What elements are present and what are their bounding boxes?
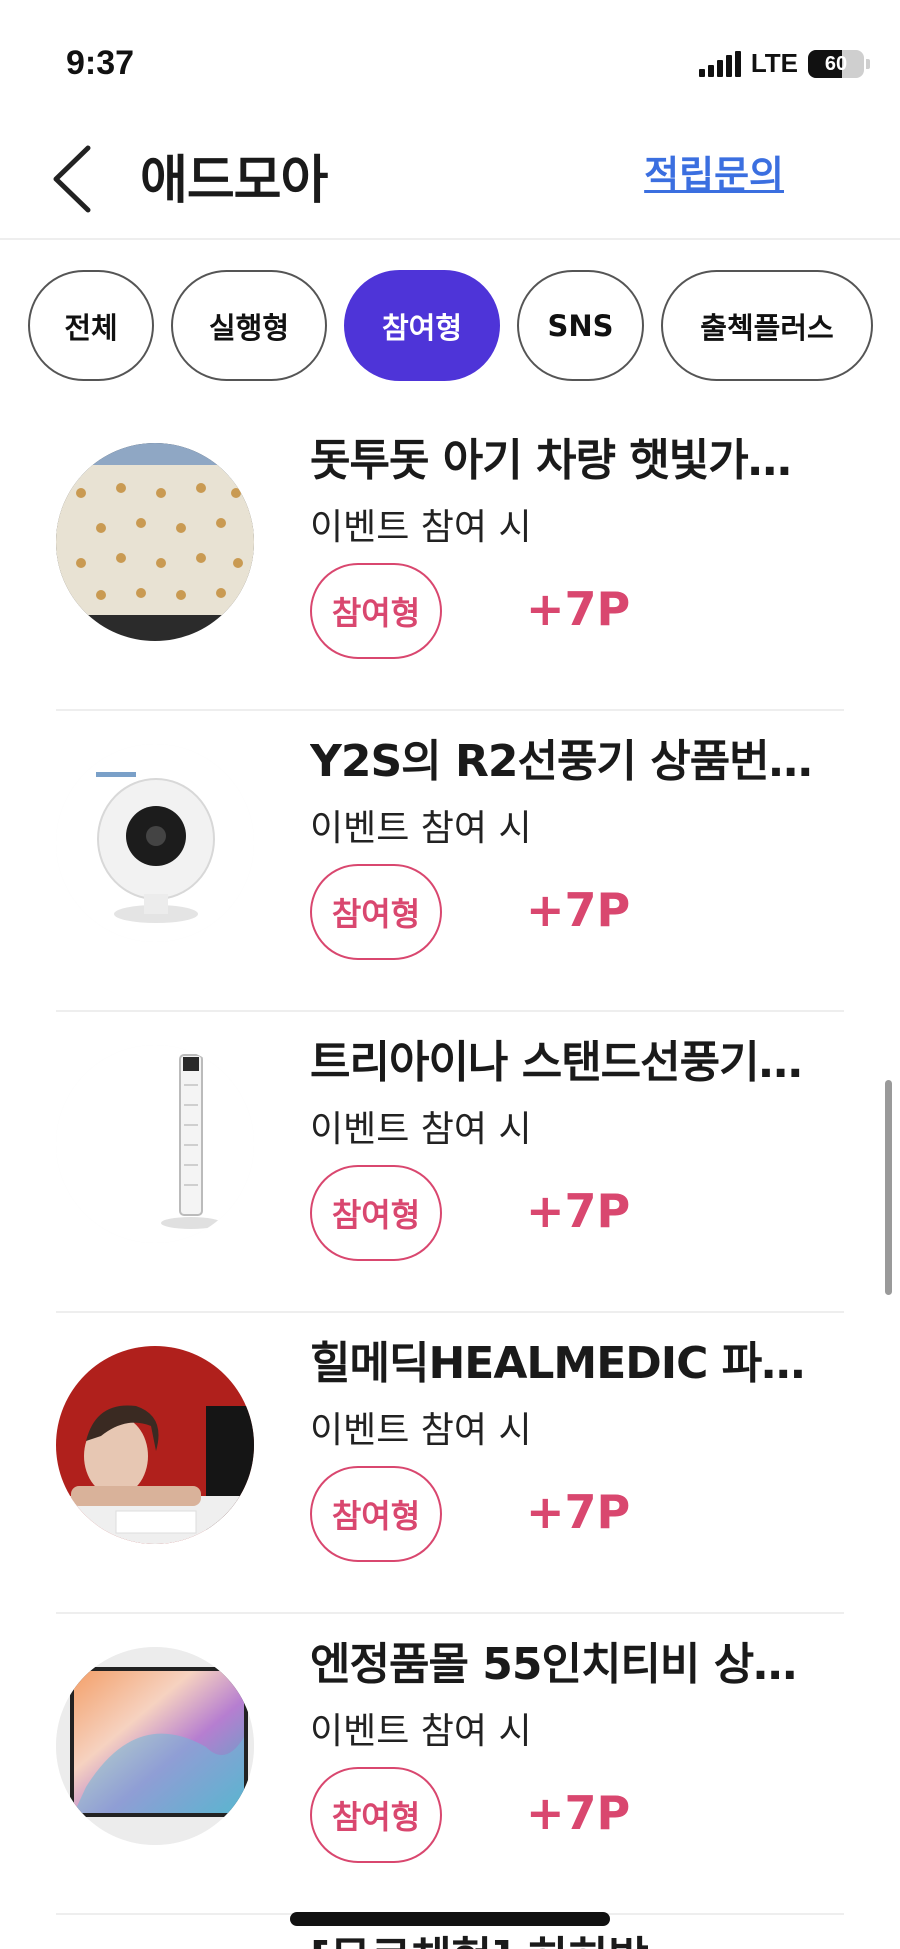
- partial-item-title[interactable]: [무료체험] 히히밤: [310, 1922, 649, 1949]
- points-value: +7P: [526, 582, 631, 636]
- category-tabs: 전체 실행형 참여형 SNS 출첵플러스: [28, 270, 873, 381]
- item-title: 엔정품몰 55인치티비 상…: [310, 1639, 797, 1690]
- points-value: +7P: [526, 1786, 631, 1840]
- battery-tip: [866, 58, 870, 69]
- car-sunshade-image: [56, 443, 254, 641]
- tab-sns[interactable]: SNS: [517, 270, 644, 381]
- tab-check-plus[interactable]: 출첵플러스: [661, 270, 873, 381]
- type-badge: 참여형: [310, 563, 442, 659]
- tab-participation[interactable]: 참여형: [344, 270, 500, 381]
- type-badge: 참여형: [310, 1767, 442, 1863]
- desk-fan-image: [56, 744, 254, 942]
- home-indicator[interactable]: [290, 1912, 610, 1926]
- status-indicators: LTE 60: [698, 48, 870, 79]
- status-bar: 9:37 LTE 60: [0, 0, 900, 120]
- status-time: 9:37: [66, 44, 135, 82]
- tab-execution[interactable]: 실행형: [171, 270, 327, 381]
- item-title: 돗투돗 아기 차량 햇빛가…: [310, 435, 792, 486]
- network-label: LTE: [750, 48, 798, 78]
- type-badge: 참여형: [310, 1466, 442, 1562]
- tower-fan-image: [56, 1045, 254, 1243]
- item-title: 힐메딕HEALMEDIC 파라…: [310, 1338, 830, 1389]
- battery-icon: 60: [808, 49, 864, 78]
- list-item[interactable]: Y2S의 R2선풍기 상품번… 이벤트 참여 시 참여형 +7P: [0, 711, 900, 1012]
- tv-image: [56, 1647, 254, 1845]
- back-button[interactable]: [44, 134, 104, 224]
- type-badge: 참여형: [310, 1165, 442, 1261]
- item-subtitle: 이벤트 참여 시: [310, 808, 532, 849]
- points-value: +7P: [526, 1184, 631, 1238]
- list-item[interactable]: 돗투돗 아기 차량 햇빛가… 이벤트 참여 시 참여형 +7P: [0, 410, 900, 711]
- item-subtitle: 이벤트 참여 시: [310, 1109, 532, 1150]
- item-subtitle: 이벤트 참여 시: [310, 1711, 532, 1752]
- offer-list: 돗투돗 아기 차량 햇빛가… 이벤트 참여 시 참여형 +7P Y2S의 R2선…: [0, 410, 900, 1915]
- item-title: Y2S의 R2선풍기 상품번…: [310, 736, 813, 787]
- model-photo-image: [56, 1346, 254, 1544]
- battery-level: 60: [824, 52, 848, 75]
- page-title: 애드모아: [140, 151, 328, 211]
- list-item[interactable]: 트리아이나 스탠드선풍기… 이벤트 참여 시 참여형 +7P: [0, 1012, 900, 1313]
- item-title: 트리아이나 스탠드선풍기…: [310, 1037, 803, 1088]
- chevron-left-icon: [53, 145, 91, 213]
- signal-icon: [698, 50, 741, 77]
- points-value: +7P: [526, 883, 631, 937]
- app-header: 애드모아 적립문의: [0, 120, 900, 240]
- item-subtitle: 이벤트 참여 시: [310, 507, 532, 548]
- inquiry-link[interactable]: 적립문의: [644, 144, 784, 199]
- tab-all[interactable]: 전체: [28, 270, 154, 381]
- item-subtitle: 이벤트 참여 시: [310, 1410, 532, 1451]
- list-item[interactable]: 힐메딕HEALMEDIC 파라… 이벤트 참여 시 참여형 +7P: [0, 1313, 900, 1614]
- list-item[interactable]: 엔정품몰 55인치티비 상… 이벤트 참여 시 참여형 +7P: [0, 1614, 900, 1915]
- points-value: +7P: [526, 1485, 631, 1539]
- scrollbar[interactable]: [885, 1080, 892, 1295]
- type-badge: 참여형: [310, 864, 442, 960]
